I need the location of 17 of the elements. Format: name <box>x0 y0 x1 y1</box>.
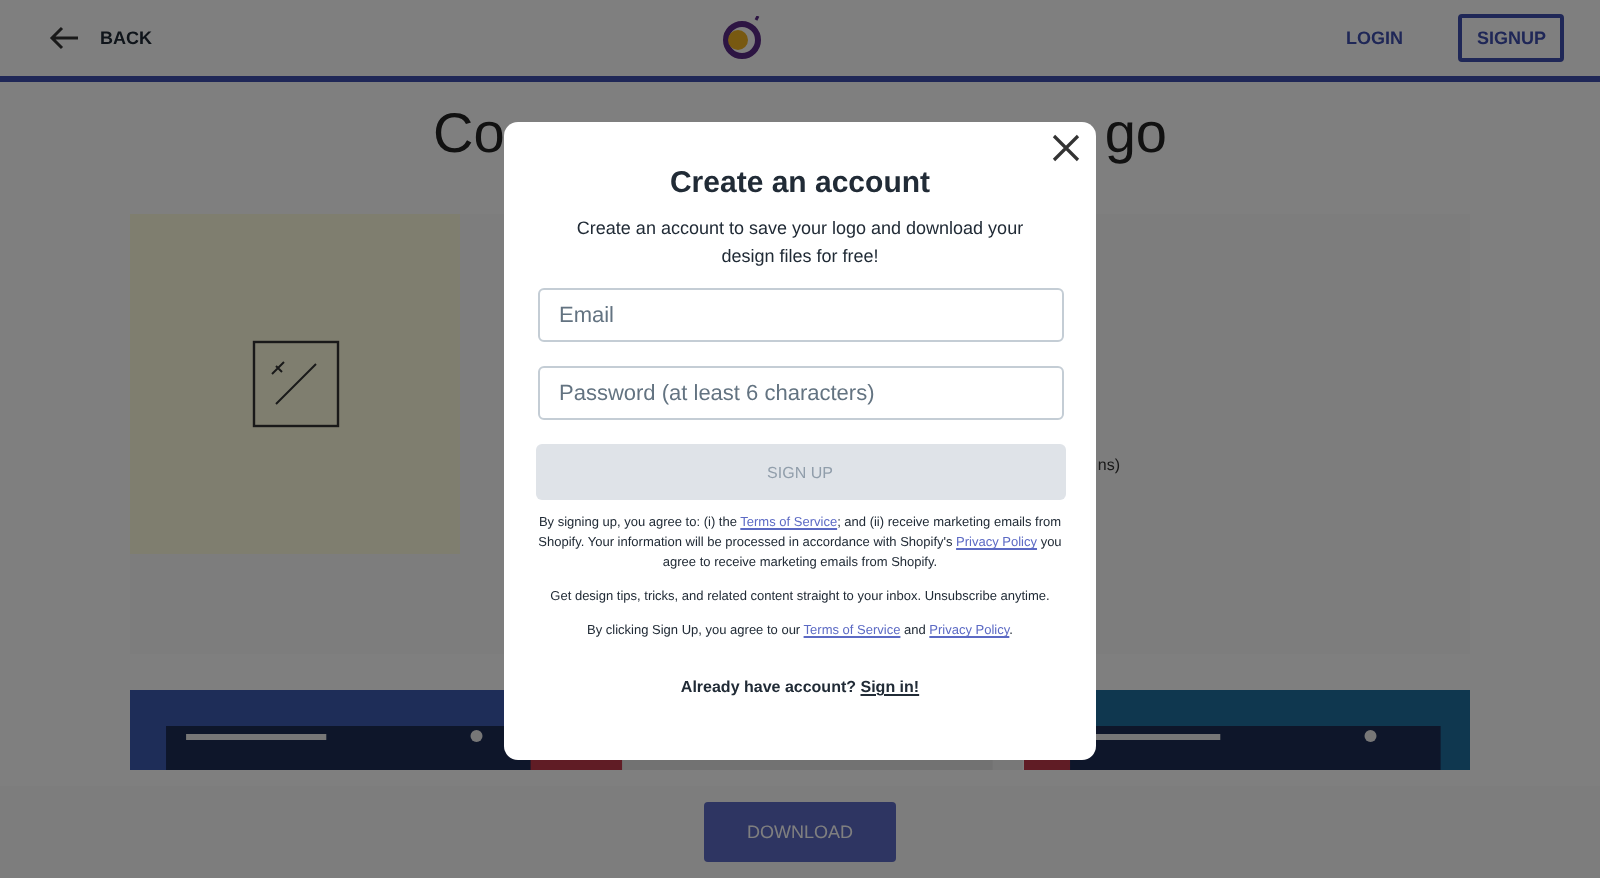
dialog-subtitle: Create an account to save your logo and download your design files for free! <box>574 216 1026 270</box>
page-heading: Co <box>433 102 505 168</box>
login-link[interactable]: LOGIN <box>1333 26 1415 50</box>
brush-icon <box>251 340 339 428</box>
signup-button[interactable]: SIGNUP <box>1458 14 1564 62</box>
download-button[interactable]: DOWNLOAD <box>704 802 895 862</box>
card-text: ns) <box>1097 455 1120 473</box>
page-heading: go <box>1104 102 1167 168</box>
dialog-title: Create an account <box>669 166 931 200</box>
signin-link[interactable]: Sign in! <box>860 678 920 696</box>
arrow-left-icon <box>48 26 80 50</box>
back-button[interactable]: BACK <box>48 26 152 50</box>
input-field[interactable]: Email <box>537 288 1063 342</box>
input-field[interactable]: Password (at least 6 characters) <box>537 366 1063 420</box>
logo-icon <box>720 16 765 60</box>
signin-prompt: Already have account? <box>680 678 859 696</box>
close-icon[interactable] <box>1050 132 1082 164</box>
